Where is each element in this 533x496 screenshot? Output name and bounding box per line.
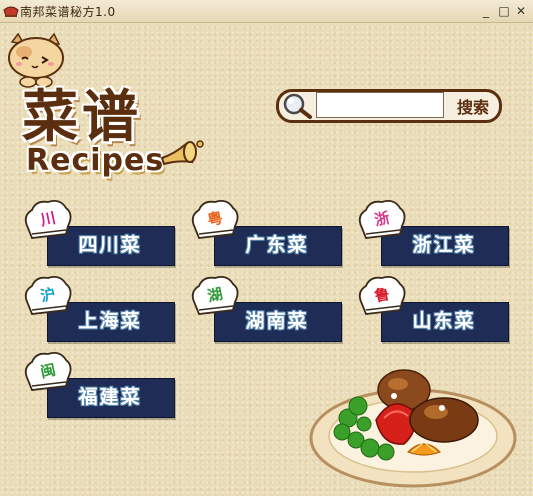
close-button[interactable]: ✕ bbox=[513, 3, 529, 19]
category-hunan-button[interactable]: 湖南菜 湖 bbox=[189, 274, 345, 342]
search-button[interactable]: 搜索 bbox=[448, 92, 498, 120]
minimize-button[interactable]: _ bbox=[478, 3, 494, 19]
category-sichuan-button[interactable]: 四川菜 川 bbox=[22, 198, 178, 266]
category-zhejiang-button[interactable]: 浙江菜 浙 bbox=[356, 198, 512, 266]
window-title: 南邦菜谱秘方1.0 bbox=[20, 5, 116, 19]
app-window: 南邦菜谱秘方1.0 _ □ ✕ 菜谱 Recipes 搜索 四川菜 川 广东菜 … bbox=[0, 0, 533, 496]
food-plate-illustration-icon bbox=[309, 369, 517, 488]
category-guangdong-button[interactable]: 广东菜 粤 bbox=[189, 198, 345, 266]
category-fujian-button[interactable]: 福建菜 闽 bbox=[22, 350, 178, 418]
search-input[interactable] bbox=[316, 92, 444, 118]
logo-chinese: 菜谱 bbox=[22, 84, 142, 150]
category-shanghai-button[interactable]: 上海菜 沪 bbox=[22, 274, 178, 342]
title-bar[interactable]: 南邦菜谱秘方1.0 _ □ ✕ bbox=[0, 0, 533, 23]
magnifier-icon[interactable] bbox=[280, 92, 314, 120]
horn-icon bbox=[160, 140, 204, 166]
category-shandong-button[interactable]: 山东菜 鲁 bbox=[356, 274, 512, 342]
app-icon bbox=[3, 6, 19, 17]
logo-english: Recipes bbox=[26, 143, 165, 178]
maximize-button[interactable]: □ bbox=[496, 3, 512, 19]
